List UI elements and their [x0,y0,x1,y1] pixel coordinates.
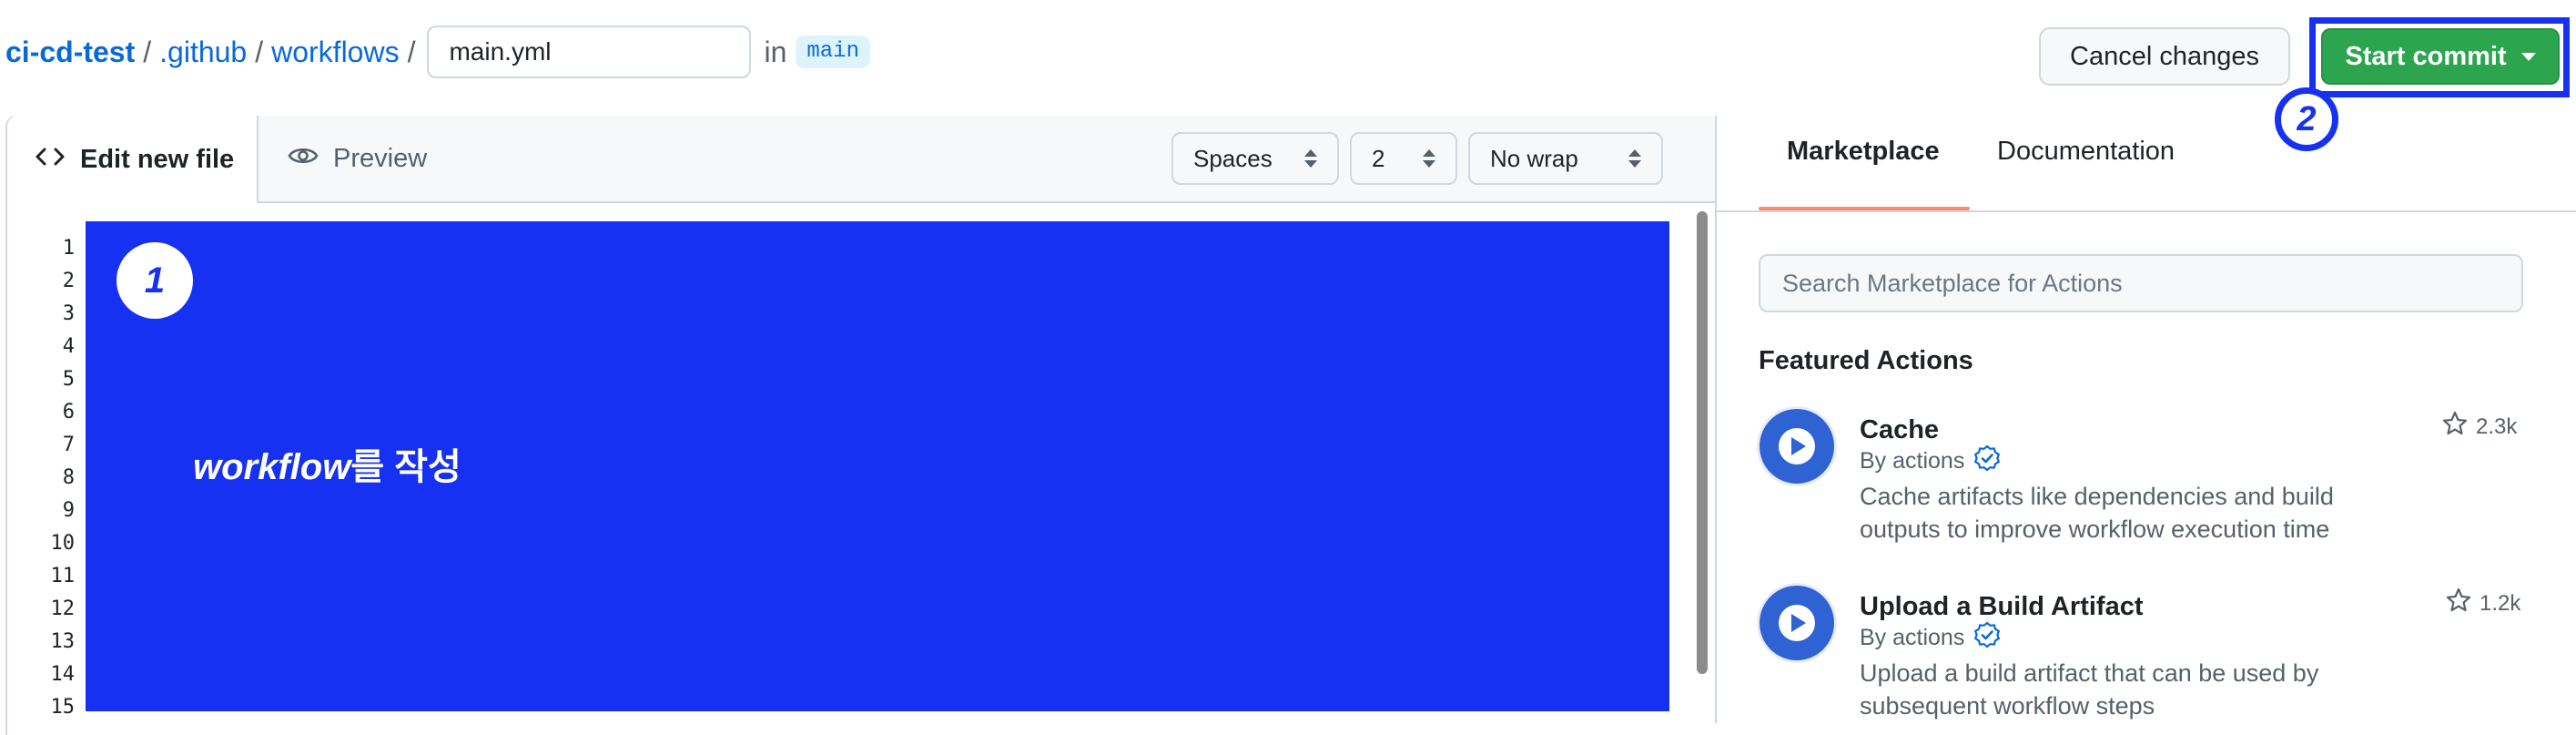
action-title-upload-artifact[interactable]: Upload a Build Artifact [1860,592,2144,622]
line-number: 7 [62,434,75,456]
marketplace-search-input[interactable] [1759,254,2523,312]
select-arrows-icon [1628,149,1641,168]
action-description-line: Cache artifacts like dependencies and bu… [1860,483,2334,510]
tabs-divider [1717,210,2576,212]
line-number: 3 [62,302,75,325]
action-author-label: By actions [1860,448,1965,474]
select-arrows-icon [1423,149,1435,168]
tab-preview-label: Preview [333,143,428,173]
breadcrumb-separator: / [255,36,264,68]
tab-edit-new-file[interactable]: Edit new file [7,116,259,203]
active-tab-indicator [1759,207,1970,210]
line-number-gutter: 1 2 3 4 5 6 7 8 9 10 11 12 13 14 15 [9,232,76,724]
tab-marketplace[interactable]: Marketplace [1787,137,1940,167]
action-description-line: outputs to improve workflow execution ti… [1860,516,2330,543]
indent-mode-value: Spaces [1193,144,1273,172]
breadcrumb-separator: / [143,36,152,68]
annotation-highlight-box [2309,17,2570,97]
branch-badge: main [796,36,870,68]
line-number: 5 [62,368,75,391]
line-number: 10 [50,532,76,555]
filename-input[interactable] [427,26,752,78]
line-number: 14 [50,663,76,686]
action-author: By actions [1860,444,2001,478]
breadcrumb-separator: / [407,36,416,68]
breadcrumb-folder-workflows-link[interactable]: workflows [271,28,399,76]
play-icon[interactable] [1760,409,1834,484]
line-number: 11 [50,565,76,587]
code-icon [35,145,66,175]
eye-icon [288,144,319,174]
line-number: 4 [62,335,75,358]
tab-documentation[interactable]: Documentation [1997,137,2175,167]
line-number: 13 [50,630,76,653]
select-arrows-icon [1304,149,1317,168]
line-number: 6 [62,401,75,424]
annotation-overlay-rest: 를 작성 [350,447,461,487]
line-number: 9 [62,499,75,522]
play-icon[interactable] [1760,586,1834,660]
annotation-marker-2-label: 2 [2297,99,2317,138]
editor-header [7,116,1717,203]
breadcrumb-repo-link[interactable]: ci-cd-test [5,28,135,76]
verified-badge-icon [1973,444,2001,478]
action-description-line: subsequent workflow steps [1860,692,2155,720]
star-icon [2445,587,2472,620]
indent-size-value: 2 [1372,144,1385,172]
editor-scrollbar[interactable] [1697,211,1708,674]
tab-preview[interactable]: Preview [288,116,427,201]
panel-divider [1715,116,1717,723]
breadcrumb-folder-github-link[interactable]: .github [159,28,247,76]
action-description: Upload a build artifact that can be used… [1860,657,2406,722]
action-author-label: By actions [1860,625,1965,650]
line-number: 8 [62,466,75,489]
annotation-marker-1-label: 1 [144,260,166,301]
tab-edit-label: Edit new file [80,144,235,174]
action-title-cache[interactable]: Cache [1860,415,1939,445]
annotation-marker-1: 1 [117,242,193,319]
star-icon [2441,410,2469,444]
annotation-overlay-text: workflow를 작성 [193,437,461,490]
action-stars: 1.2k [2445,587,2520,620]
line-number: 15 [50,696,76,719]
action-stars: 2.3k [2441,410,2517,444]
line-number: 2 [62,270,75,292]
in-label: in [764,36,787,68]
wrap-mode-value: No wrap [1490,144,1578,172]
star-count: 1.2k [2480,590,2521,616]
breadcrumb: ci-cd-test / .github / workflows / in ma… [5,26,870,78]
line-number: 12 [50,597,76,620]
action-author: By actions [1860,621,2001,655]
line-number: 1 [62,237,75,260]
action-description-line: Upload a build artifact that can be used… [1860,659,2319,687]
annotation-marker-2: 2 [2275,87,2338,151]
verified-badge-icon [1973,621,2001,655]
cancel-changes-label: Cancel changes [2070,41,2259,71]
cancel-changes-button[interactable]: Cancel changes [2039,27,2290,86]
wrap-mode-select[interactable]: No wrap [1468,132,1663,185]
indent-mode-select[interactable]: Spaces [1171,132,1339,185]
featured-actions-heading: Featured Actions [1759,346,1973,375]
indent-size-select[interactable]: 2 [1350,132,1457,185]
star-count: 2.3k [2476,413,2518,439]
action-description: Cache artifacts like dependencies and bu… [1860,480,2406,546]
annotation-overlay-italic: workflow [193,447,351,487]
